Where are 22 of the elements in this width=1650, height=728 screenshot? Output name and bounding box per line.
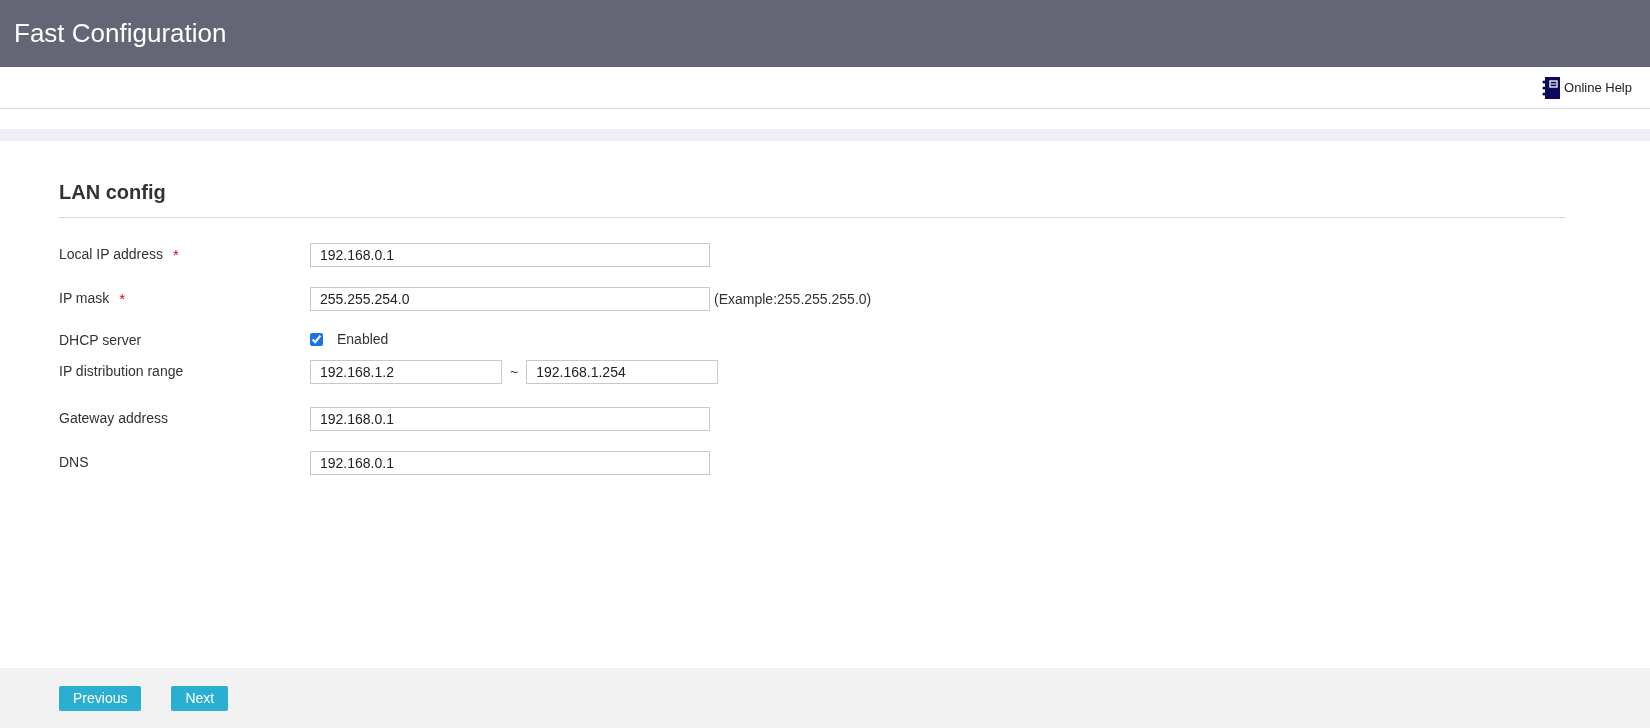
field-label: Gateway address	[59, 409, 168, 428]
checkbox-label: Enabled	[337, 330, 389, 349]
field-label: IP distribution range	[59, 362, 184, 381]
example-hint: (Example:255.255.255.0)	[714, 289, 872, 309]
section-title: LAN config	[59, 177, 1565, 218]
input-field[interactable]: 192.168.1.2	[310, 360, 502, 384]
required-mark: *	[119, 289, 126, 309]
input-field[interactable]: 192.168.0.1	[310, 407, 710, 431]
input-field[interactable]: 192.168.0.1	[310, 451, 710, 475]
field-label: IP mask	[59, 289, 110, 308]
input-field[interactable]: 192.168.1.254	[526, 360, 719, 384]
notebook-icon	[1542, 76, 1561, 99]
required-mark: *	[173, 245, 179, 265]
field-label: Local IP address	[59, 245, 164, 264]
online-help-link[interactable]: Online Help	[1542, 76, 1632, 99]
input-field[interactable]: 255.255.254.0	[310, 287, 710, 311]
field-label: DHCP server	[59, 331, 142, 350]
range-separator: ~	[509, 362, 520, 382]
field-label: DNS	[59, 453, 89, 472]
checkbox[interactable]	[310, 333, 323, 346]
page-title: Fast Configuration	[14, 17, 227, 50]
input-field[interactable]: 192.168.0.1	[310, 243, 710, 267]
